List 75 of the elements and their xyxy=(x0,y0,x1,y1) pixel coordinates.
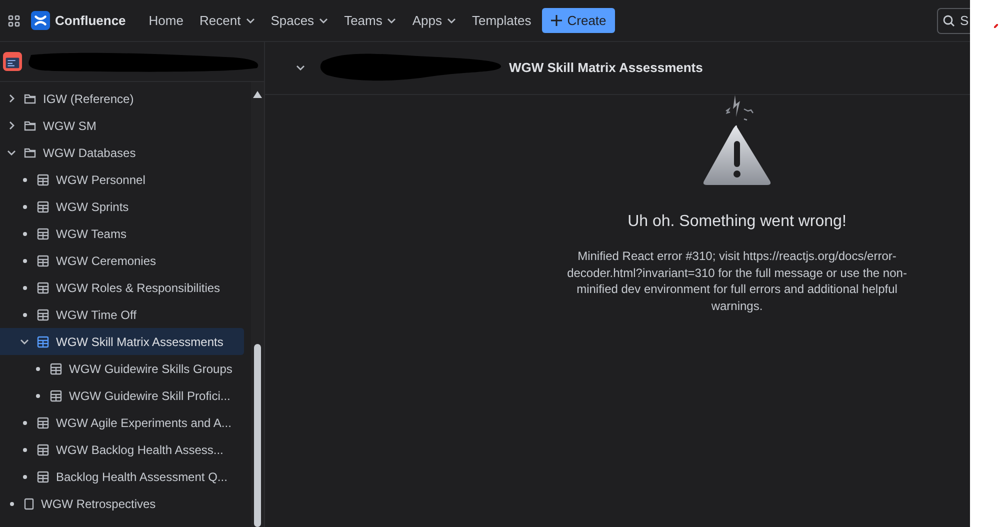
bullet-icon xyxy=(22,420,26,424)
tree-item[interactable]: WGW Skill Matrix Assessments xyxy=(0,328,244,355)
search-field[interactable]: S xyxy=(937,8,970,34)
bullet-icon xyxy=(22,474,26,478)
bullet-icon xyxy=(22,258,26,262)
table-icon xyxy=(37,308,49,320)
table-icon xyxy=(37,336,49,348)
pen-stroke xyxy=(994,24,998,28)
nav-dropdown[interactable]: Teams xyxy=(337,6,404,34)
tree-item[interactable]: WGW Guidewire Skills Groups xyxy=(0,355,244,382)
table-icon xyxy=(37,200,49,212)
tree-item[interactable]: WGW SM xyxy=(0,112,244,139)
tree-item[interactable]: WGW Retrospectives xyxy=(0,490,244,517)
tree-item[interactable]: IGW (Reference) xyxy=(0,85,244,112)
table-icon xyxy=(37,470,49,482)
tree-item[interactable]: WGW Databases xyxy=(0,139,244,166)
page-title: WGW Skill Matrix Assessments xyxy=(509,59,703,78)
tree-item[interactable]: WGW Time Off xyxy=(0,301,244,328)
tree-item[interactable]: WGW Roles & Responsibilities xyxy=(0,274,244,301)
table-icon xyxy=(37,174,49,186)
tree-item[interactable]: WGW Backlog Health Assess... xyxy=(0,436,244,463)
nav-dropdown[interactable]: Apps xyxy=(405,6,463,34)
tree-item[interactable]: WGW Ceremonies xyxy=(0,247,244,274)
scroll-thumb[interactable] xyxy=(254,344,261,527)
logo-icon[interactable] xyxy=(31,11,50,30)
error-message: Minified React error #310; visit https://reactjs.org/docs/error-decoder.html?invariant=310 for the full message or use the non-minified dev environment for full errors and additional helpful warnings. xyxy=(566,248,908,314)
table-icon xyxy=(37,416,49,428)
scroll-up-icon[interactable] xyxy=(253,91,262,98)
search-icon xyxy=(943,14,955,26)
folder-icon xyxy=(24,93,36,104)
nav-dropdown[interactable]: Spaces xyxy=(264,6,336,34)
tree-item[interactable]: WGW Teams xyxy=(0,220,244,247)
create-button[interactable]: Create xyxy=(542,8,616,33)
tree-item[interactable]: WGW Agile Experiments and A... xyxy=(0,409,244,436)
bullet-icon xyxy=(36,366,40,370)
tree-item[interactable]: WGW Guidewire Skill Profici... xyxy=(0,382,244,409)
nav-link[interactable]: Home xyxy=(142,6,190,34)
bullet-icon xyxy=(10,502,14,506)
bullet-icon xyxy=(36,394,40,398)
bullet-icon xyxy=(22,178,26,182)
chevron-down-icon[interactable] xyxy=(296,65,305,71)
table-icon xyxy=(37,254,49,266)
chevron-down-icon xyxy=(246,18,255,24)
page-icon xyxy=(24,498,34,510)
tree-item[interactable]: WGW Sprints xyxy=(0,193,244,220)
scrollbar[interactable] xyxy=(251,82,264,527)
chevron-down-icon[interactable] xyxy=(7,150,16,156)
bullet-icon xyxy=(22,312,26,316)
chevron-down-icon xyxy=(387,18,396,24)
app-switcher-icon[interactable] xyxy=(8,14,20,26)
space-icon[interactable] xyxy=(3,52,22,71)
error-heading: Uh oh. Something went wrong! xyxy=(628,212,846,232)
bullet-icon xyxy=(22,286,26,290)
chevron-down-icon xyxy=(319,18,328,24)
table-icon xyxy=(37,228,49,240)
bullet-icon xyxy=(22,232,26,236)
chevron-right-icon[interactable] xyxy=(8,121,14,130)
warning-icon xyxy=(702,95,772,186)
table-icon xyxy=(50,362,62,374)
bullet-icon xyxy=(22,204,26,208)
product-name[interactable]: Confluence xyxy=(55,10,126,30)
bullet-icon xyxy=(22,448,26,452)
tree-item[interactable]: Backlog Health Assessment Q... xyxy=(0,463,244,490)
nav-dropdown[interactable]: Recent xyxy=(192,6,262,34)
chevron-down-icon[interactable] xyxy=(20,338,29,344)
table-icon xyxy=(37,282,49,294)
tree-item[interactable]: WGW Personnel xyxy=(0,166,244,193)
nav-link[interactable]: Templates xyxy=(465,6,538,34)
table-icon xyxy=(37,444,49,456)
folder-icon xyxy=(24,120,36,131)
chevron-right-icon[interactable] xyxy=(8,94,14,103)
folder-icon xyxy=(24,147,36,158)
chevron-down-icon xyxy=(447,18,456,24)
table-icon xyxy=(50,390,62,402)
plus-icon xyxy=(551,15,562,26)
